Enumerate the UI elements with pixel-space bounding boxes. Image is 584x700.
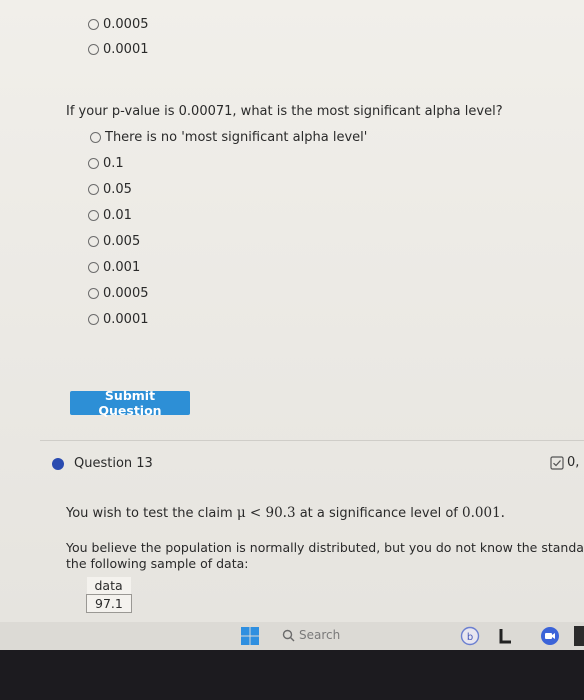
belief-text: You believe the population is normally d… <box>66 540 584 572</box>
question-divider <box>40 440 584 441</box>
question-score: 0, <box>550 455 579 470</box>
option-label: There is no 'most significant alpha leve… <box>105 130 368 145</box>
screen-bezel <box>0 650 584 700</box>
claim-mid: at a significance level of <box>299 506 458 521</box>
prev-option-label: 0.0001 <box>103 42 149 57</box>
submit-question-button[interactable]: Submit Question <box>70 388 190 418</box>
radio-icon[interactable] <box>88 210 99 221</box>
radio-icon[interactable] <box>88 288 99 299</box>
prev-option-1[interactable]: 0.0001 <box>88 42 149 57</box>
app-edge-icon[interactable] <box>574 626 584 646</box>
option-0[interactable]: There is no 'most significant alpha leve… <box>90 130 367 145</box>
prev-option-0[interactable]: 0.0005 <box>88 17 149 32</box>
score-value: 0, <box>567 455 580 470</box>
table-cell: 97.1 <box>86 594 132 613</box>
belief-line-1: You believe the population is normally d… <box>66 540 584 555</box>
radio-icon[interactable] <box>88 236 99 247</box>
option-label: 0.1 <box>103 156 124 171</box>
option-5[interactable]: 0.001 <box>88 260 140 275</box>
radio-icon[interactable] <box>88 19 99 30</box>
question-status-dot-icon <box>52 458 64 470</box>
option-1[interactable]: 0.1 <box>88 156 124 171</box>
option-label: 0.01 <box>103 208 132 223</box>
option-label: 0.0005 <box>103 286 149 301</box>
option-label: 0.001 <box>103 260 141 275</box>
claim-prefix: You wish to test the claim <box>66 506 233 521</box>
question-number-label: Question 13 <box>74 456 153 471</box>
svg-text:b: b <box>467 632 473 643</box>
radio-icon[interactable] <box>90 132 101 143</box>
option-3[interactable]: 0.01 <box>88 208 132 223</box>
claim-math: μ < 90.3 <box>236 505 296 521</box>
claim-alpha: 0.001. <box>462 505 505 521</box>
bing-app-icon[interactable]: b <box>460 626 480 646</box>
radio-icon[interactable] <box>88 314 99 325</box>
option-7[interactable]: 0.0001 <box>88 312 149 327</box>
radio-icon[interactable] <box>88 184 99 195</box>
checkbox-score-icon <box>550 455 564 470</box>
option-label: 0.05 <box>103 182 132 197</box>
claim-text: You wish to test the claim μ < 90.3 at a… <box>66 505 505 521</box>
app-l-icon[interactable] <box>496 626 516 646</box>
search-label: Search <box>299 628 341 642</box>
belief-line-2: the following sample of data: <box>66 556 249 571</box>
meet-app-icon[interactable] <box>540 626 560 646</box>
option-6[interactable]: 0.0005 <box>88 286 149 301</box>
prev-option-label: 0.0005 <box>103 17 149 32</box>
option-label: 0.005 <box>103 234 141 249</box>
radio-icon[interactable] <box>88 158 99 169</box>
sample-data-table: data 97.1 <box>86 577 132 613</box>
radio-icon[interactable] <box>88 44 99 55</box>
windows-start-icon[interactable] <box>240 626 260 646</box>
question-text: If your p-value is 0.00071, what is the … <box>66 104 503 119</box>
table-header: data <box>86 577 132 595</box>
assessment-page: 0.0005 0.0001 If your p-value is 0.00071… <box>0 0 584 622</box>
radio-icon[interactable] <box>88 262 99 273</box>
option-2[interactable]: 0.05 <box>88 182 132 197</box>
option-4[interactable]: 0.005 <box>88 234 140 249</box>
taskbar-search[interactable]: Search <box>282 625 362 645</box>
search-icon <box>282 629 295 641</box>
option-label: 0.0001 <box>103 312 149 327</box>
